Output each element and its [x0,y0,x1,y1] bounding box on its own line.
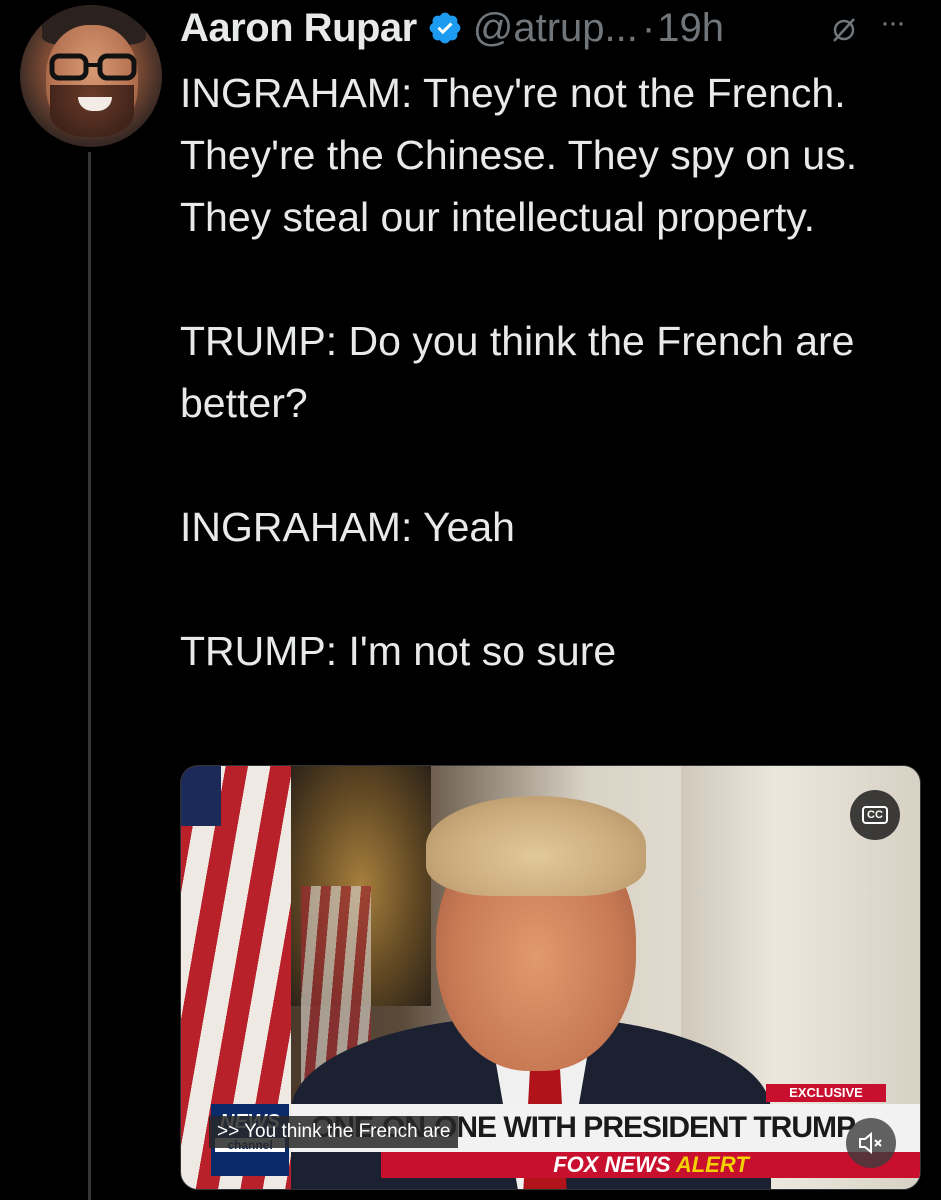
thread-line [88,152,91,1200]
muted-speaker-icon [859,1132,882,1154]
post-paragraph-3: INGRAHAM: Yeah [180,504,515,550]
mute-button[interactable] [846,1118,896,1168]
post-paragraph-4: TRUMP: I'm not so sure [180,628,617,674]
post-page: Aaron Rupar @atrup... · 19h ··· INGRAHAM… [0,0,941,1200]
post-paragraph-2: TRUMP: Do you think the French are bette… [180,318,855,426]
chyron-exclusive: EXCLUSIVE [766,1084,886,1102]
verified-badge-icon[interactable] [427,10,463,46]
separator-dot: · [641,5,656,50]
grok-icon[interactable] [830,16,858,44]
more-icon[interactable]: ··· [880,8,924,38]
author-avatar[interactable] [20,5,162,147]
chyron-alert: FOX NEWS ALERT [381,1152,920,1178]
captions-button[interactable]: CC [850,790,900,840]
post-header: Aaron Rupar @atrup... · 19h [180,2,724,54]
post-body: INGRAHAM: They're not the French. They'r… [180,62,920,682]
author-handle[interactable]: @atrup... [473,6,638,51]
cc-icon: CC [862,806,888,824]
video-player[interactable]: CC EXCLUSIVE ONE-ON-ONE WITH PRESIDENT T… [180,765,921,1190]
post-paragraph-1: INGRAHAM: They're not the French. They'r… [180,70,858,240]
author-name[interactable]: Aaron Rupar [180,6,417,51]
video-caption: >> You think the French are [209,1116,459,1148]
post-timestamp[interactable]: 19h [657,6,724,51]
